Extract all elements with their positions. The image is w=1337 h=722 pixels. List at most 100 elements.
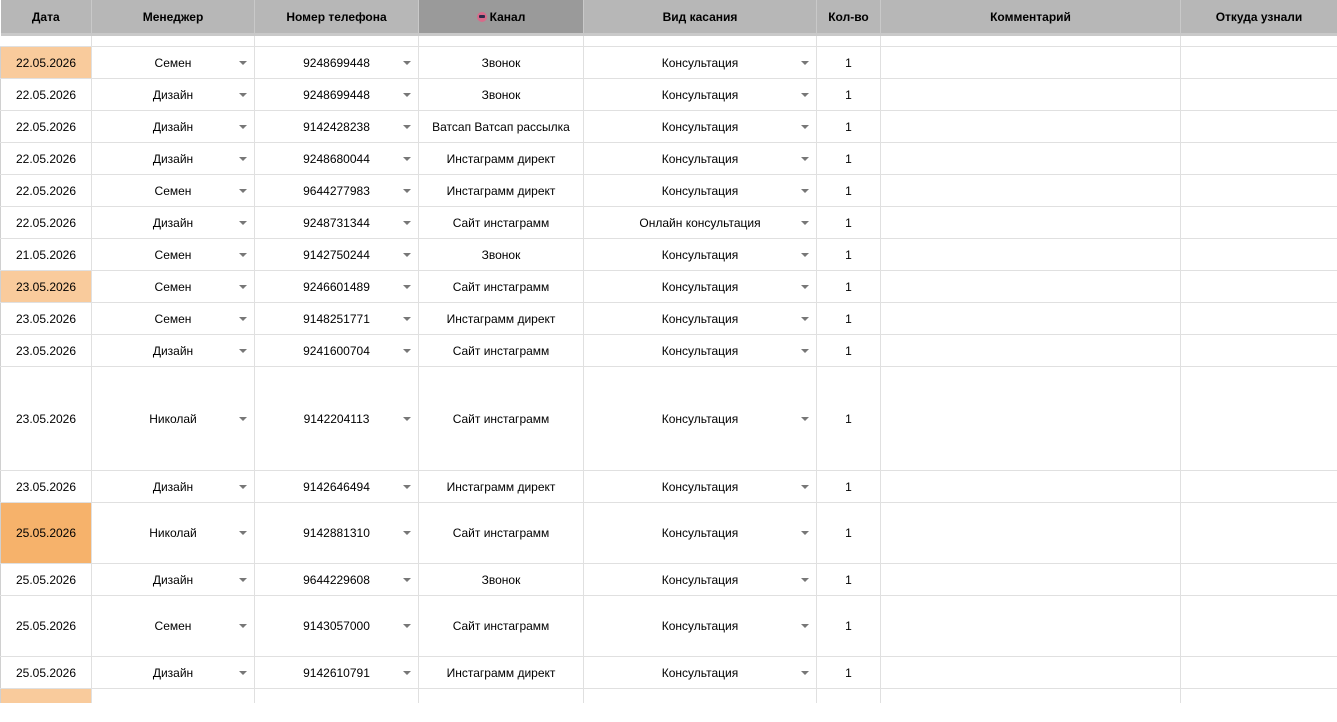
dropdown-arrow-icon[interactable] [239, 531, 247, 535]
dropdown-arrow-icon[interactable] [801, 348, 809, 353]
channel-cell[interactable]: Звонок [418, 563, 584, 596]
manager-cell[interactable]: Семен [91, 595, 255, 657]
channel-cell[interactable]: Ватсап Ватсап рассылка [418, 110, 584, 143]
qty-cell[interactable]: 1 [816, 563, 881, 596]
dropdown-arrow-icon[interactable] [239, 670, 247, 675]
dropdown-arrow-icon[interactable] [239, 316, 247, 321]
qty-cell[interactable]: 1 [816, 110, 881, 143]
dropdown-arrow-icon[interactable] [239, 124, 247, 129]
source-cell[interactable] [1180, 238, 1337, 271]
contact-type-cell[interactable]: Консультация [583, 470, 817, 503]
dropdown-arrow-icon[interactable] [801, 124, 809, 129]
comment-cell[interactable] [880, 206, 1181, 239]
channel-cell[interactable]: Сайт инстаграмм [418, 206, 584, 239]
comment-cell[interactable] [880, 142, 1181, 175]
channel-cell[interactable]: Инстаграмм директ [418, 470, 584, 503]
comment-cell[interactable] [880, 502, 1181, 564]
header-source[interactable]: Откуда узнали [1180, 0, 1337, 35]
qty-cell[interactable]: 1 [816, 656, 881, 689]
phone-cell[interactable]: 9248731344 [254, 206, 419, 239]
dropdown-arrow-icon[interactable] [801, 60, 809, 65]
dropdown-arrow-icon[interactable] [239, 416, 247, 421]
source-cell[interactable] [1180, 110, 1337, 143]
channel-cell[interactable]: Инстаграмм директ [418, 174, 584, 207]
contact-type-cell[interactable]: Консультация [583, 302, 817, 335]
contact-type-cell[interactable]: Консультация [583, 110, 817, 143]
source-cell[interactable] [1180, 78, 1337, 111]
header-qty[interactable]: Кол-во [816, 0, 881, 35]
phone-cell[interactable]: 9142610791 [254, 656, 419, 689]
manager-cell[interactable]: Семен [91, 270, 255, 303]
contact-type-cell[interactable]: Консультация [583, 270, 817, 303]
qty-cell[interactable]: 1 [816, 142, 881, 175]
contact-type-cell[interactable]: Консультация [583, 502, 817, 564]
empty-cell[interactable] [91, 688, 255, 703]
dropdown-arrow-icon[interactable] [801, 316, 809, 321]
comment-cell[interactable] [880, 238, 1181, 271]
date-cell[interactable]: 22.05.2026 [0, 110, 92, 143]
channel-cell[interactable]: Инстаграмм директ [418, 302, 584, 335]
source-cell[interactable] [1180, 302, 1337, 335]
contact-type-cell[interactable]: Консультация [583, 142, 817, 175]
manager-cell[interactable]: Дизайн [91, 206, 255, 239]
header-comment[interactable]: Комментарий [880, 0, 1181, 35]
header-contact-type[interactable]: Вид касания [583, 0, 817, 35]
contact-type-cell[interactable]: Консультация [583, 366, 817, 471]
dropdown-arrow-icon[interactable] [801, 252, 809, 257]
date-cell[interactable]: 22.05.2026 [0, 206, 92, 239]
dropdown-arrow-icon[interactable] [403, 92, 411, 97]
dropdown-arrow-icon[interactable] [801, 670, 809, 675]
source-cell[interactable] [1180, 595, 1337, 657]
qty-cell[interactable]: 1 [816, 174, 881, 207]
date-cell[interactable]: 22.05.2026 [0, 46, 92, 79]
comment-cell[interactable] [880, 174, 1181, 207]
dropdown-arrow-icon[interactable] [239, 252, 247, 257]
source-cell[interactable] [1180, 502, 1337, 564]
comment-cell[interactable] [880, 334, 1181, 367]
date-cell[interactable]: 25.05.2026 [0, 563, 92, 596]
date-cell[interactable]: 25.05.2026 [0, 595, 92, 657]
dropdown-arrow-icon[interactable] [239, 624, 247, 628]
dropdown-arrow-icon[interactable] [239, 284, 247, 289]
date-cell[interactable]: 23.05.2026 [0, 366, 92, 471]
source-cell[interactable] [1180, 174, 1337, 207]
dropdown-arrow-icon[interactable] [403, 156, 411, 161]
date-cell[interactable]: 22.05.2026 [0, 174, 92, 207]
manager-cell[interactable]: Николай [91, 502, 255, 564]
channel-cell[interactable]: Звонок [418, 78, 584, 111]
dropdown-arrow-icon[interactable] [239, 484, 247, 489]
channel-cell[interactable]: Инстаграмм директ [418, 142, 584, 175]
channel-cell[interactable]: Звонок [418, 46, 584, 79]
comment-cell[interactable] [880, 78, 1181, 111]
dropdown-arrow-icon[interactable] [801, 577, 809, 582]
manager-cell[interactable]: Семен [91, 302, 255, 335]
dropdown-arrow-icon[interactable] [801, 284, 809, 289]
qty-cell[interactable]: 1 [816, 78, 881, 111]
dropdown-arrow-icon[interactable] [239, 188, 247, 193]
dropdown-arrow-icon[interactable] [801, 188, 809, 193]
contact-type-cell[interactable]: Консультация [583, 174, 817, 207]
channel-cell[interactable]: Сайт инстаграмм [418, 366, 584, 471]
manager-cell[interactable]: Семен [91, 174, 255, 207]
source-cell[interactable] [1180, 334, 1337, 367]
source-cell[interactable] [1180, 563, 1337, 596]
manager-cell[interactable]: Семен [91, 238, 255, 271]
dropdown-arrow-icon[interactable] [239, 60, 247, 65]
qty-cell[interactable]: 1 [816, 470, 881, 503]
phone-cell[interactable]: 9143057000 [254, 595, 419, 657]
dropdown-arrow-icon[interactable] [403, 252, 411, 257]
manager-cell[interactable]: Дизайн [91, 110, 255, 143]
comment-cell[interactable] [880, 563, 1181, 596]
source-cell[interactable] [1180, 270, 1337, 303]
phone-cell[interactable]: 9248680044 [254, 142, 419, 175]
phone-cell[interactable]: 9246601489 [254, 270, 419, 303]
qty-cell[interactable]: 1 [816, 334, 881, 367]
dropdown-arrow-icon[interactable] [801, 220, 809, 225]
source-cell[interactable] [1180, 366, 1337, 471]
channel-cell[interactable]: Звонок [418, 238, 584, 271]
comment-cell[interactable] [880, 46, 1181, 79]
phone-cell[interactable]: 9142428238 [254, 110, 419, 143]
phone-cell[interactable]: 9142204113 [254, 366, 419, 471]
contact-type-cell[interactable]: Консультация [583, 334, 817, 367]
qty-cell[interactable]: 1 [816, 46, 881, 79]
